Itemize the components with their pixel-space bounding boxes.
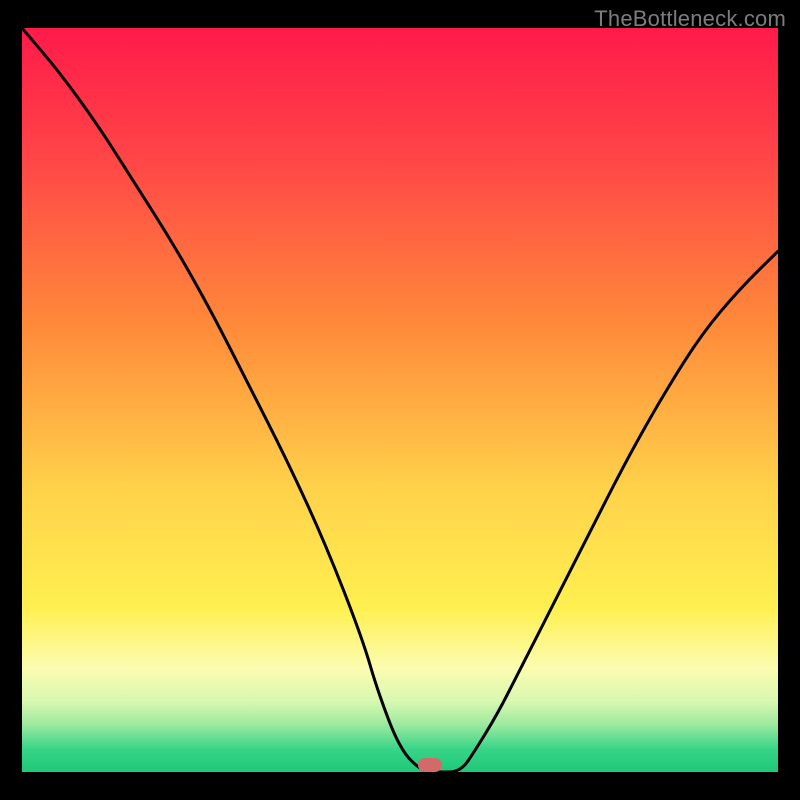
- watermark-text: TheBottleneck.com: [594, 6, 786, 32]
- plot-svg: [22, 28, 778, 772]
- optimal-marker: [418, 758, 442, 772]
- plot-area: [22, 28, 778, 772]
- gradient-background: [22, 28, 778, 772]
- chart-frame: TheBottleneck.com: [0, 0, 800, 800]
